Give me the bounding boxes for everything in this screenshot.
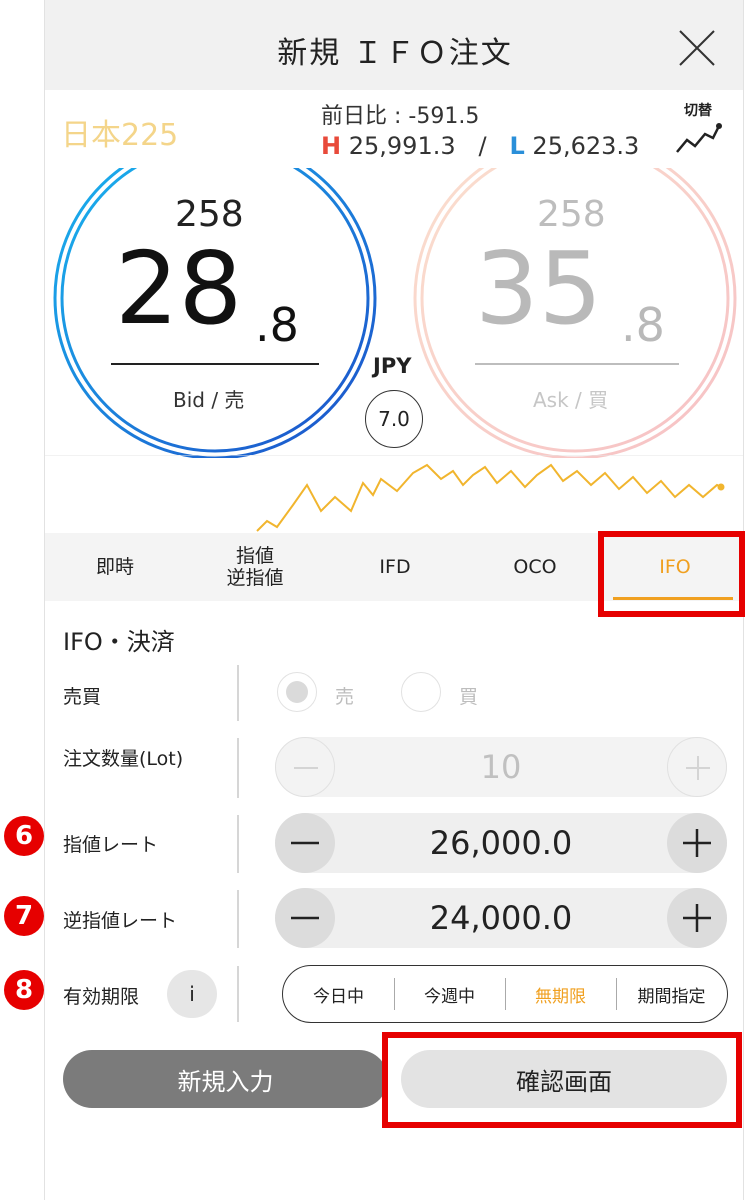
expiry-option-today[interactable]: 今日中 xyxy=(283,966,394,1022)
quantity-stepper[interactable]: 10 xyxy=(275,737,727,797)
quote-panel: 258 28 .8 Bid / 売 258 35 .8 Ask / 買 JPY … xyxy=(45,168,743,458)
divider xyxy=(237,815,239,873)
limit-rate-value[interactable]: 26,000.0 xyxy=(335,813,667,873)
side-label: 売買 xyxy=(63,686,102,708)
divider xyxy=(237,966,239,1022)
tab-ifd[interactable]: IFD xyxy=(325,533,465,601)
divider xyxy=(237,738,239,798)
divider xyxy=(237,665,239,721)
page-title: 新規 ＩＦＯ注文 xyxy=(277,36,513,71)
expiry-segmented-control: 今日中 今週中 無期限 期間指定 xyxy=(282,965,728,1023)
limit-rate-minus-button[interactable] xyxy=(275,813,335,873)
quantity-value: 10 xyxy=(480,748,522,786)
bid-prefix: 258 xyxy=(175,194,244,235)
section-title: IFO・決済 xyxy=(63,628,175,656)
low-value: 25,623.3 xyxy=(532,132,640,160)
close-icon[interactable] xyxy=(677,28,717,68)
expiry-option-period[interactable]: 期間指定 xyxy=(616,966,727,1022)
minus-icon xyxy=(291,916,319,920)
sell-radio[interactable] xyxy=(277,672,317,712)
quantity-label: 注文数量(Lot) xyxy=(63,748,184,770)
limit-rate-stepper[interactable]: 26,000.0 xyxy=(275,813,727,873)
tab-immediate[interactable]: 即時 xyxy=(45,533,185,601)
limit-rate-plus-button[interactable] xyxy=(667,813,727,873)
high-low-separator: / xyxy=(478,132,487,160)
minus-icon xyxy=(291,841,319,845)
high-low: H 25,991.3 / L 25,623.3 xyxy=(321,132,639,160)
bid-price-main[interactable]: 28 xyxy=(115,234,242,344)
minus-icon xyxy=(294,767,318,769)
prev-day-change: 前日比 : -591.5 xyxy=(321,104,480,129)
bid-label: Bid / 売 xyxy=(173,388,245,412)
divider xyxy=(237,890,239,948)
sell-radio-label: 売 xyxy=(335,686,355,708)
expiry-label: 有効期限 xyxy=(63,986,140,1008)
expiry-option-indefinite[interactable]: 無期限 xyxy=(505,966,616,1022)
ask-prefix: 258 xyxy=(537,194,606,235)
stop-rate-minus-button[interactable] xyxy=(275,888,335,948)
bid-price-decimal: .8 xyxy=(255,298,299,352)
annotation-badge-8: 8 xyxy=(4,970,44,1010)
chart-switch-button[interactable]: 切替 xyxy=(671,100,725,160)
tab-limit-stop[interactable]: 指値 逆指値 xyxy=(185,533,325,601)
chart-trend-icon xyxy=(676,123,722,153)
limit-rate-label: 指値レート xyxy=(63,834,159,856)
quantity-minus-button[interactable] xyxy=(275,737,335,797)
expiry-info-button[interactable]: i xyxy=(167,970,217,1018)
header: 新規 ＩＦＯ注文 xyxy=(45,0,743,90)
stop-rate-stepper[interactable]: 24,000.0 xyxy=(275,888,727,948)
switch-label: 切替 xyxy=(684,103,712,119)
price-sparkline xyxy=(45,455,743,532)
stop-rate-plus-button[interactable] xyxy=(667,888,727,948)
stop-rate-value[interactable]: 24,000.0 xyxy=(335,888,667,948)
plus-icon xyxy=(686,756,710,780)
annotation-badge-7: 7 xyxy=(4,896,44,936)
stop-rate-label: 逆指値レート xyxy=(63,910,178,932)
buy-radio-label: 買 xyxy=(459,686,479,708)
instrument-symbol: 日本225 xyxy=(61,118,179,153)
highlight-ifo-tab xyxy=(598,531,745,617)
ask-price-main[interactable]: 35 xyxy=(475,234,602,344)
new-input-button[interactable]: 新規入力 xyxy=(63,1050,388,1108)
expiry-option-this-week[interactable]: 今週中 xyxy=(394,966,505,1022)
highlight-confirm-button xyxy=(382,1032,742,1128)
radio-dot xyxy=(286,681,308,703)
plus-icon xyxy=(683,904,711,932)
spread-currency: JPY xyxy=(373,354,412,378)
spread-value: 7.0 xyxy=(365,390,423,448)
quantity-plus-button[interactable] xyxy=(667,737,727,797)
buy-radio[interactable] xyxy=(401,672,441,712)
plus-icon xyxy=(683,829,711,857)
high-value: 25,991.3 xyxy=(348,132,456,160)
tab-oco[interactable]: OCO xyxy=(465,533,605,601)
high-label: H xyxy=(321,132,342,160)
ask-price-decimal: .8 xyxy=(621,298,665,352)
instrument-bar: 日本225 前日比 : -591.5 H 25,991.3 / L 25,623… xyxy=(45,90,743,169)
ask-label: Ask / 買 xyxy=(533,388,609,412)
low-label: L xyxy=(509,132,525,160)
annotation-badge-6: 6 xyxy=(4,816,44,856)
